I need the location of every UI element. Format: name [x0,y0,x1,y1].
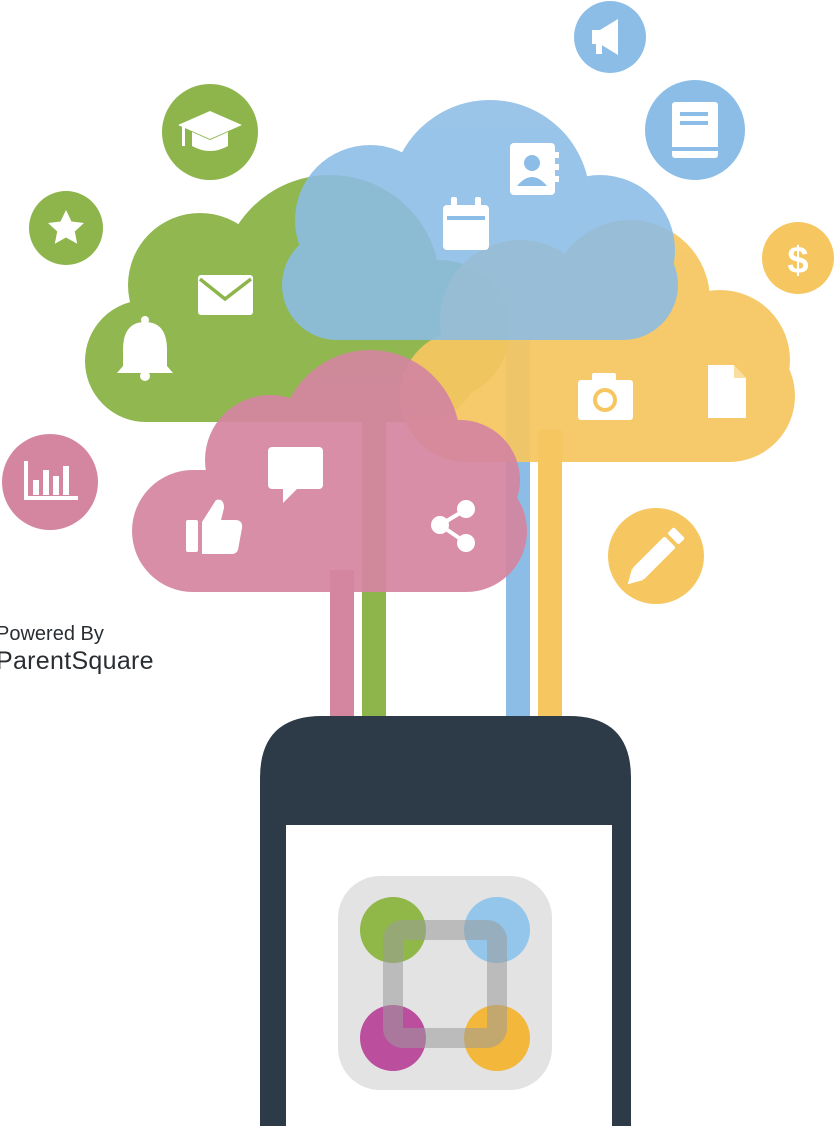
envelope-icon [198,275,253,315]
dollar-icon: $ [762,222,834,294]
yellow-stem [538,430,562,730]
parentsquare-logo-icon [338,876,552,1090]
book-icon [645,80,745,180]
document-icon [708,365,746,418]
pink-stem [330,570,354,730]
powered-by-label: Powered By [0,623,104,645]
powered-by-branding: Powered By ParentSquare [0,622,154,676]
svg-text:$: $ [787,240,808,282]
camera-icon [578,373,633,420]
graduation-cap-icon [162,84,258,180]
contact-book-icon [510,143,559,195]
brand-name: ParentSquare [0,647,154,675]
megaphone-icon [574,1,646,73]
bar-chart-icon [2,434,98,530]
star-icon [29,191,103,265]
pencil-icon [608,508,704,604]
